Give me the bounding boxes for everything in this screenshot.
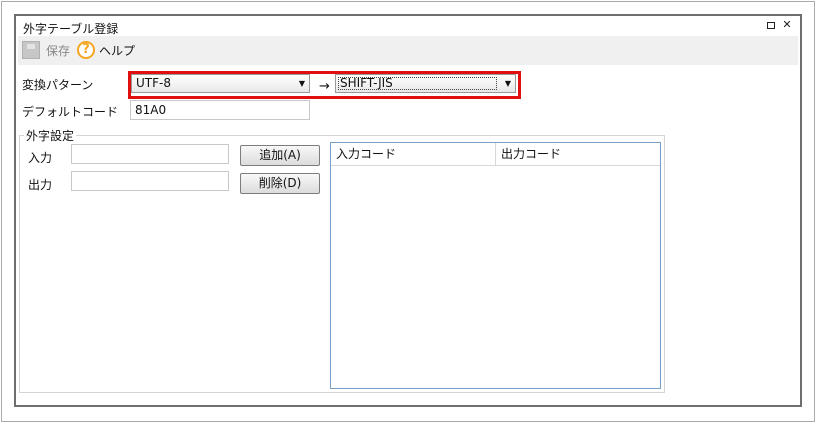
input-label: 入力	[28, 151, 53, 165]
help-label: ヘルプ	[99, 43, 136, 58]
output-label: 出力	[28, 178, 53, 192]
default-code-label: デフォルトコード	[22, 105, 119, 119]
default-code-field[interactable]: 81A0	[130, 100, 310, 120]
from-encoding-select[interactable]: UTF-8 ▼	[131, 74, 310, 93]
list-header: 入力コード 出力コード	[331, 143, 660, 166]
restore-icon	[767, 22, 775, 29]
conversion-pattern-label: 変換パターン	[22, 78, 94, 92]
to-encoding-select[interactable]: SHIFT-JIS ▼	[335, 74, 516, 93]
gaiji-table-dialog: 外字テーブル登録 ✕ 保存 ? ヘルプ 変換パターン UTF-8 ▼ → SHI…	[14, 14, 802, 407]
delete-button[interactable]: 削除(D)	[240, 173, 320, 194]
help-button[interactable]: ? ヘルプ	[77, 39, 135, 61]
add-button[interactable]: 追加(A)	[240, 145, 320, 166]
save-button[interactable]: 保存	[22, 39, 70, 61]
chevron-down-icon: ▼	[504, 79, 511, 88]
input-field[interactable]	[71, 144, 229, 164]
toolbar: 保存 ? ヘルプ	[18, 36, 798, 65]
save-label: 保存	[46, 43, 71, 58]
title-bar: 外字テーブル登録 ✕	[16, 16, 800, 36]
column-header-input-code[interactable]: 入力コード	[331, 143, 496, 165]
floppy-disk-icon	[22, 41, 40, 59]
focus-rect	[338, 77, 497, 90]
close-button[interactable]: ✕	[780, 18, 794, 32]
chevron-down-icon: ▼	[298, 79, 305, 88]
output-field[interactable]	[71, 171, 229, 191]
window-title: 外字テーブル登録	[23, 22, 119, 36]
gaiji-settings-title: 外字設定	[24, 127, 77, 144]
column-header-output-code[interactable]: 出力コード	[496, 143, 660, 165]
restore-button[interactable]	[764, 18, 778, 32]
conversion-arrow: →	[319, 79, 330, 94]
question-circle-icon: ?	[77, 41, 95, 59]
from-encoding-value: UTF-8	[136, 76, 171, 90]
gaiji-code-list[interactable]: 入力コード 出力コード	[330, 142, 661, 389]
